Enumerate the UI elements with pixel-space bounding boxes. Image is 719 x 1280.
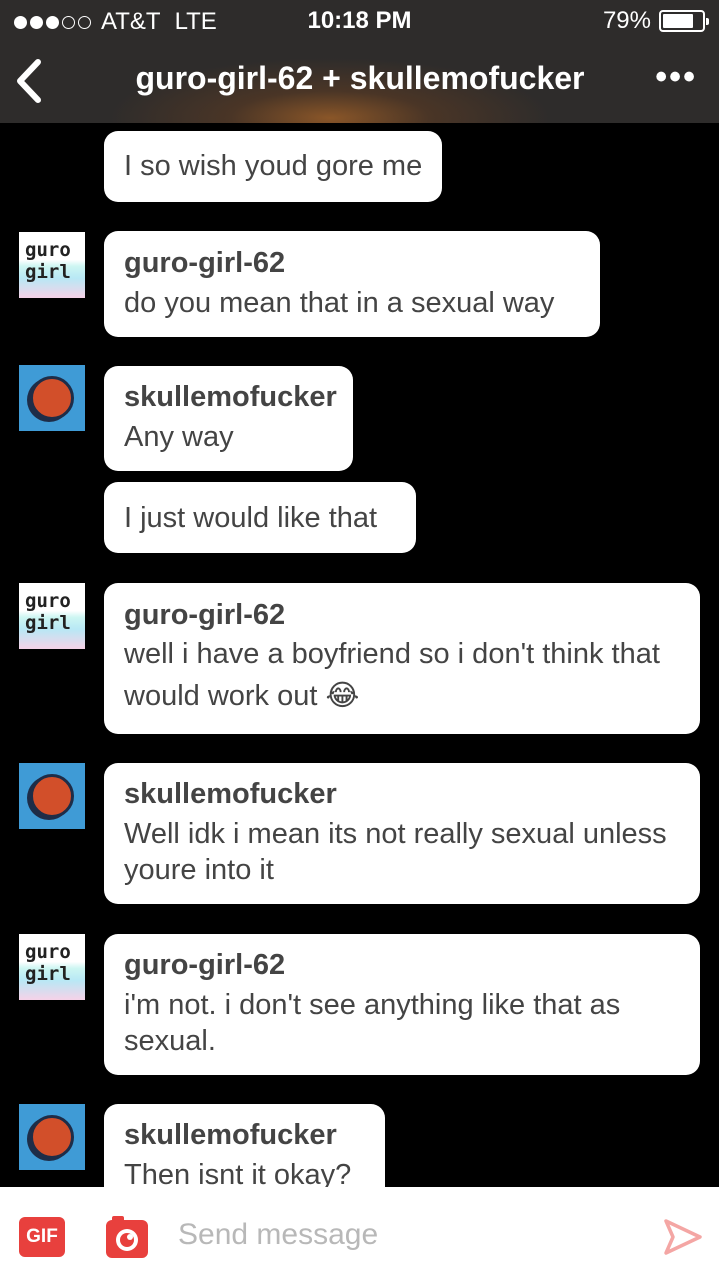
chevron-left-icon <box>17 59 41 103</box>
message-sender[interactable]: guro-girl-62 <box>124 245 580 281</box>
message-bubble: I so wish youd gore me <box>104 131 443 202</box>
message-sender[interactable]: skullemofucker <box>124 379 337 415</box>
message-text: Well idk i mean its not really sexual un… <box>124 818 667 886</box>
avatar-guro-girl-62[interactable]: guro girl <box>19 583 85 649</box>
message-text: well i have a boyfriend so i don't think… <box>124 638 660 712</box>
message-text: do you mean that in a sexual way <box>124 287 555 319</box>
avatar-text: guro <box>25 941 71 963</box>
avatar-skullemofucker[interactable] <box>19 763 85 829</box>
message-bubble: guro-girl-62 do you mean that in a sexua… <box>104 231 600 337</box>
message-sender[interactable]: guro-girl-62 <box>124 947 680 983</box>
camera-icon <box>106 1216 148 1258</box>
message-composer: GIF <box>0 1187 719 1280</box>
more-dots-icon: ••• <box>655 58 697 96</box>
conversation-title: guro-girl-62 + skullemofucker <box>135 60 585 96</box>
message-sender[interactable]: skullemofucker <box>124 776 680 812</box>
avatar-guro-girl-62[interactable]: guro girl <box>19 934 85 1000</box>
avatar-text: guro <box>25 590 71 612</box>
send-icon <box>664 1219 702 1255</box>
send-button[interactable] <box>662 1217 704 1257</box>
avatar-text: girl <box>25 963 71 985</box>
message-bubble: skullemofucker Any way <box>104 366 353 471</box>
status-bar: AT&T LTE 10:18 PM 79% <box>0 0 719 40</box>
message-bubble: guro-girl-62 well i have a boyfriend so … <box>104 583 700 734</box>
message-bubble: skullemofucker Well idk i mean its not r… <box>104 763 700 904</box>
back-button[interactable] <box>8 56 52 106</box>
message-text: Any way <box>124 421 234 453</box>
message-text: I so wish youd gore me <box>124 150 423 182</box>
avatar-text: girl <box>25 261 71 283</box>
camera-button[interactable] <box>104 1214 150 1260</box>
battery-percent: 79% <box>602 7 651 34</box>
message-bubble: guro-girl-62 i'm not. i don't see anythi… <box>104 934 700 1075</box>
battery-info: 79% <box>602 7 709 35</box>
message-bubble: I just would like that <box>104 482 416 553</box>
message-text: i'm not. i don't see anything like that … <box>124 989 621 1057</box>
message-sender[interactable]: skullemofucker <box>124 1117 365 1153</box>
avatar-guro-girl-62[interactable]: guro girl <box>19 232 85 298</box>
chat-header: AT&T LTE 10:18 PM 79% guro-girl-62 + sku… <box>0 0 719 123</box>
avatar-skullemofucker[interactable] <box>19 365 85 431</box>
moon-face-icon <box>30 376 74 420</box>
avatar-text: girl <box>25 612 71 634</box>
avatar-text: guro <box>25 239 71 261</box>
moon-face-icon <box>30 1115 74 1159</box>
avatar-skullemofucker[interactable] <box>19 1104 85 1170</box>
moon-face-icon <box>30 774 74 818</box>
message-input[interactable] <box>178 1209 618 1261</box>
battery-icon <box>659 10 709 32</box>
message-sender[interactable]: guro-girl-62 <box>124 597 680 633</box>
gif-button[interactable]: GIF <box>19 1217 65 1257</box>
more-options-button[interactable]: ••• <box>655 60 697 94</box>
message-text: I just would like that <box>124 502 378 534</box>
